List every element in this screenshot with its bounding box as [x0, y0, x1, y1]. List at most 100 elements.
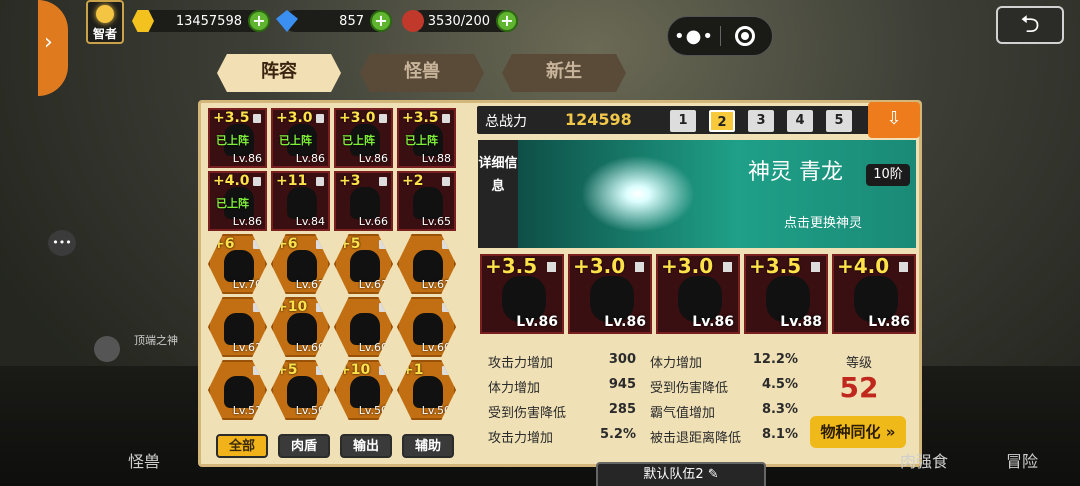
- sage-label: 智者: [92, 27, 117, 41]
- stat-value: 12.2%: [752, 352, 798, 367]
- swap-down-icon: ⇩: [886, 108, 902, 129]
- nav-adventure[interactable]: 冒险: [1006, 448, 1038, 472]
- roster-card[interactable]: +3 Lv.66: [334, 171, 393, 231]
- chat-icon[interactable]: •••: [48, 230, 76, 256]
- roster-card[interactable]: +2 Lv.65: [397, 171, 456, 231]
- chevron-right-icon: ›: [44, 30, 53, 55]
- star-level: +4.0: [837, 254, 890, 278]
- stat-row: 受到伤害降低 4.5%: [650, 377, 798, 399]
- gold-counter: 13457598 +: [132, 10, 270, 32]
- gem-value: 857: [339, 13, 364, 29]
- lock-icon: [379, 177, 387, 186]
- team-slot-button[interactable]: 3: [748, 110, 774, 132]
- filter-support-button[interactable]: 辅助: [402, 434, 454, 458]
- deployed-tag: 已上阵: [216, 197, 249, 210]
- team-monster-card[interactable]: +3.0 Lv.86: [568, 254, 652, 334]
- lock-icon: [316, 114, 324, 123]
- stat-row: 攻击力增加 5.2%: [488, 427, 636, 449]
- stat-label: 受到伤害降低: [488, 406, 567, 421]
- roster-card[interactable]: +3.0 已上阵 Lv.86: [271, 108, 330, 168]
- tab-lineup[interactable]: 阵容: [217, 54, 341, 92]
- monster-level: Lv.86: [232, 152, 262, 165]
- team-monster-card[interactable]: +3.5 Lv.86: [480, 254, 564, 334]
- add-stamina-button[interactable]: +: [496, 10, 518, 32]
- lock-icon: [442, 177, 450, 186]
- star-level: +3.0: [661, 254, 714, 278]
- star-level: +3.0: [573, 254, 626, 278]
- team-slot-button[interactable]: 4: [787, 110, 813, 132]
- stat-label: 攻击力增加: [488, 431, 554, 446]
- roster-card[interactable]: +3.5 已上阵 Lv.86: [208, 108, 267, 168]
- stat-label: 体力增加: [650, 356, 703, 371]
- monster-level: Lv.86: [692, 314, 734, 330]
- return-arrow-icon: ⮌: [1020, 10, 1040, 38]
- tab-monsters[interactable]: 怪兽: [360, 54, 484, 92]
- detail-info-button[interactable]: 详细信息: [478, 140, 518, 248]
- team-monster-card[interactable]: +3.5 Lv.88: [744, 254, 828, 334]
- spirit-tier-badge: 10阶: [866, 164, 910, 186]
- star-level: +3.5: [485, 254, 538, 278]
- tab-rebirth[interactable]: 新生: [502, 54, 626, 92]
- lock-icon: [635, 262, 644, 272]
- close-miniprogram-icon[interactable]: [735, 26, 755, 46]
- stat-value: 300: [608, 352, 636, 367]
- gold-value: 13457598: [175, 13, 242, 29]
- filter-tank-button[interactable]: 肉盾: [278, 434, 330, 458]
- side-expand-tab[interactable]: ›: [38, 0, 68, 96]
- nav-monsters[interactable]: 怪兽: [128, 448, 160, 472]
- team-slot-button[interactable]: 1: [670, 110, 696, 132]
- capsule-divider: [720, 26, 721, 46]
- team-monster-card[interactable]: +4.0 Lv.86: [832, 254, 916, 334]
- team-monster-card[interactable]: +3.0 Lv.86: [656, 254, 740, 334]
- stat-value: 285: [608, 402, 636, 417]
- stat-row: 被击退距离降低 8.1%: [650, 427, 798, 449]
- stat-row: 体力增加 12.2%: [650, 352, 798, 374]
- lock-icon: [723, 262, 732, 272]
- monster-level: Lv.86: [358, 152, 388, 165]
- team-slot-button[interactable]: 2: [709, 110, 735, 132]
- lock-icon: [253, 114, 261, 123]
- team-slot-button[interactable]: 5: [826, 110, 852, 132]
- add-gold-button[interactable]: +: [248, 10, 270, 32]
- filter-all-button[interactable]: 全部: [216, 434, 268, 458]
- spirit-banner[interactable]: 神灵 青龙 10阶 点击更换神灵: [518, 140, 916, 248]
- stat-label: 受到伤害降低: [650, 381, 729, 396]
- stamina-counter: 3530/200 +: [402, 10, 518, 32]
- deployed-tag: 已上阵: [279, 134, 312, 147]
- monster-level: Lv.86: [516, 314, 558, 330]
- back-button[interactable]: ⮌: [996, 6, 1064, 44]
- add-gem-button[interactable]: +: [370, 10, 392, 32]
- gem-counter: 857 +: [276, 10, 392, 32]
- roster-card[interactable]: +3.0 已上阵 Lv.86: [334, 108, 393, 168]
- miniprogram-capsule: •●•: [667, 16, 773, 56]
- species-sync-button[interactable]: 物种同化 »: [810, 416, 906, 448]
- monster-level: Lv.88: [421, 152, 451, 165]
- star-level: +3.0: [339, 110, 376, 126]
- lock-icon: [253, 177, 261, 186]
- spirit-title: 神灵 青龙: [748, 154, 843, 186]
- filter-dps-button[interactable]: 输出: [340, 434, 392, 458]
- roster-card[interactable]: +11 Lv.84: [271, 171, 330, 231]
- spirit-name: 青龙: [799, 160, 844, 185]
- monster-level: Lv.66: [358, 215, 388, 228]
- stat-value: 5.2%: [599, 427, 636, 442]
- monster-level: Lv.86: [604, 314, 646, 330]
- sync-label: 物种同化: [820, 423, 881, 441]
- sage-badge[interactable]: 智者: [86, 0, 124, 44]
- star-level: +2: [402, 173, 424, 189]
- roster-card[interactable]: +3.5 已上阵 Lv.88: [397, 108, 456, 168]
- stat-row: 霸气值增加 8.3%: [650, 402, 798, 424]
- nav-survival[interactable]: 肉强食: [900, 448, 948, 472]
- more-menu-icon[interactable]: •●•: [668, 26, 720, 47]
- roster-card[interactable]: +4.0 已上阵 Lv.86: [208, 171, 267, 231]
- monster-level: Lv.88: [780, 314, 822, 330]
- star-level: +3.5: [213, 110, 250, 126]
- monster-level: Lv.65: [421, 215, 451, 228]
- formation-switch-button[interactable]: ⇩: [868, 102, 920, 138]
- lock-icon: [547, 262, 556, 272]
- stat-row: 体力增加 945: [488, 377, 636, 399]
- stat-label: 体力增加: [488, 381, 541, 396]
- team-name-bar[interactable]: 默认队伍2 ✎: [596, 462, 766, 486]
- star-level: +4.0: [213, 173, 250, 189]
- deployed-tag: 已上阵: [342, 134, 375, 147]
